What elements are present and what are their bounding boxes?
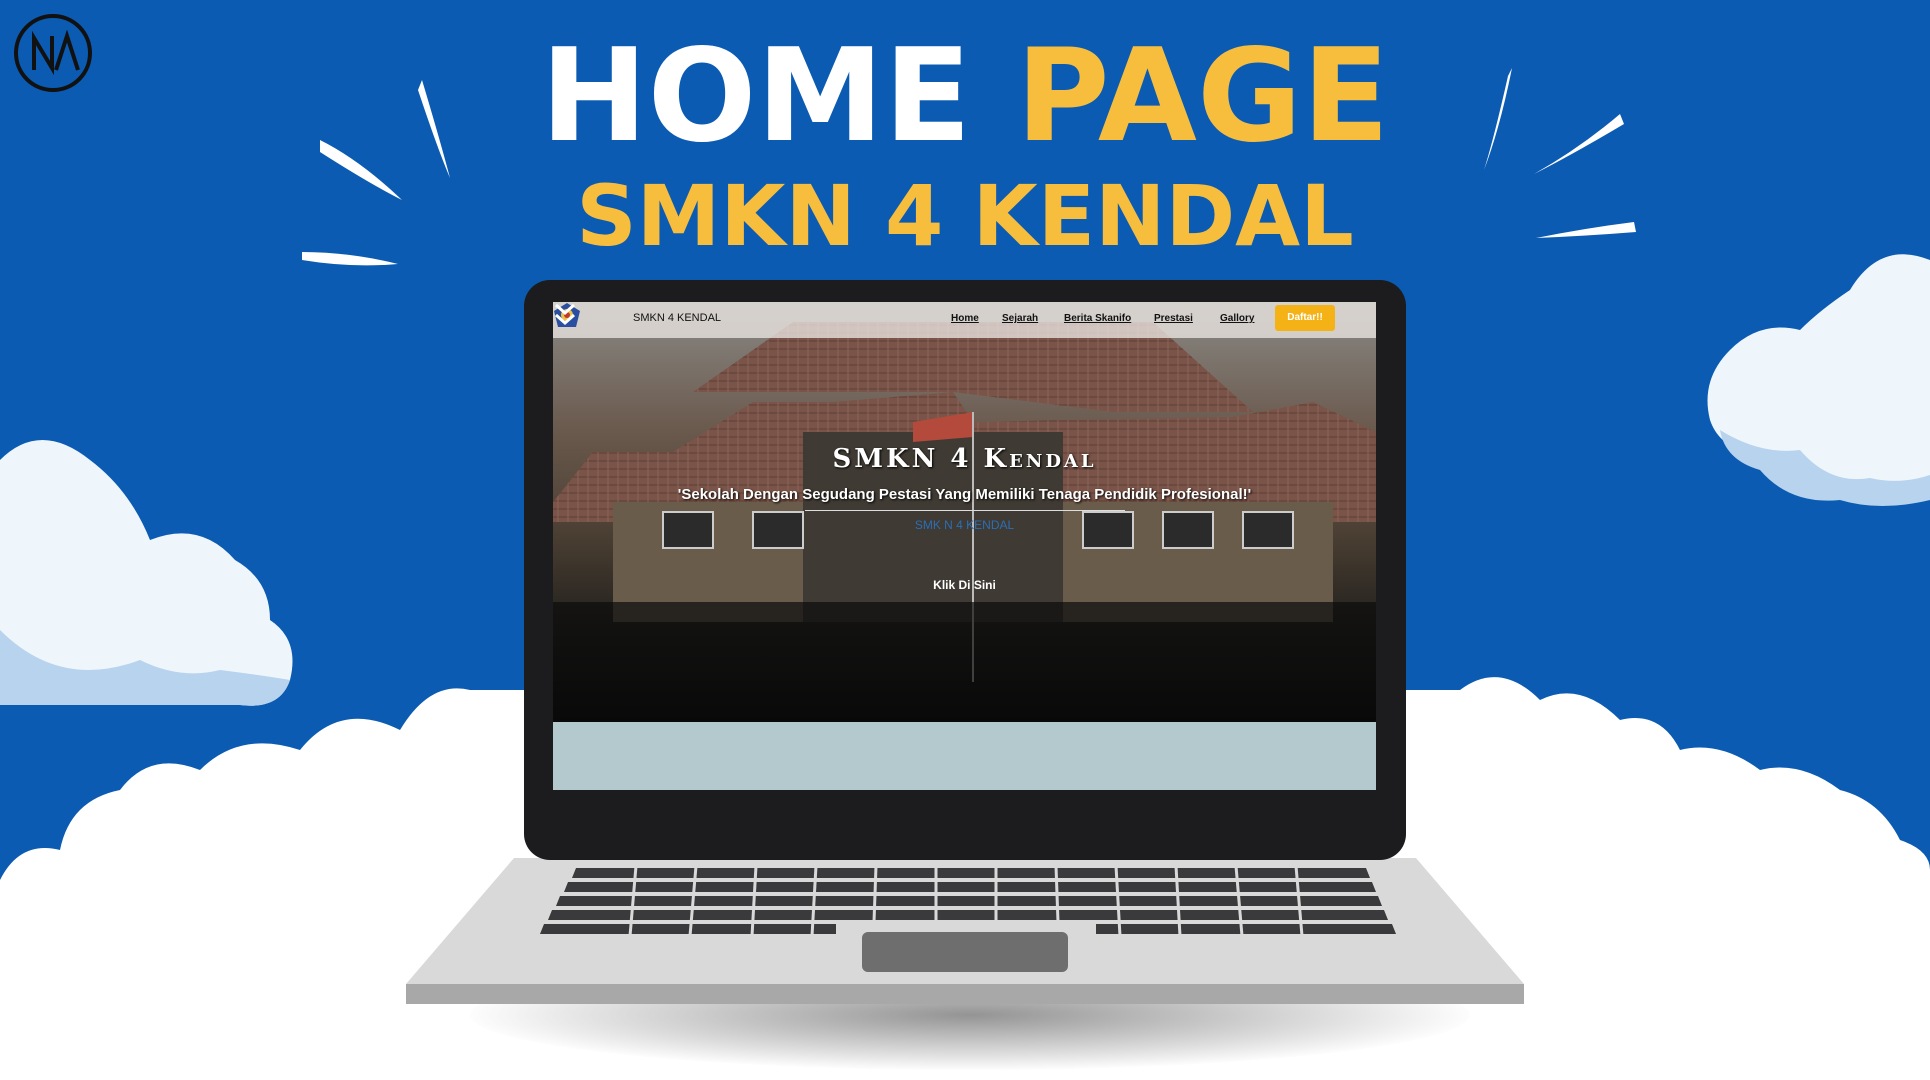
content-section (553, 724, 1376, 790)
site-brand-name[interactable]: SMKN 4 KENDAL (633, 312, 721, 324)
double-chevron-down-icon[interactable] (553, 302, 577, 328)
hero-subtitle: SMK N 4 KENDAL (914, 518, 1015, 532)
nav-link-sejarah[interactable]: Sejarah (1002, 313, 1038, 324)
site-navbar: SMKN 4 KENDAL Home Sejarah Berita Skanif… (553, 302, 1376, 338)
heading-word-page: PAGE (1015, 22, 1390, 171)
promo-banner: HOME PAGE SMKN 4 KENDAL SMKN 4 KENDAL Ho… (0, 0, 1930, 1080)
register-button[interactable]: Daftar!! (1275, 305, 1335, 331)
spark-left-decoration (302, 80, 450, 266)
hero-tagline: 'Sekolah Dengan Segudang Pestasi Yang Me… (677, 486, 1252, 503)
nav-link-berita[interactable]: Berita Skanifo (1064, 313, 1131, 324)
cloud-right (1707, 254, 1930, 506)
hero-section: SMKN 4 KENDAL Home Sejarah Berita Skanif… (553, 302, 1376, 722)
school-building-photo (553, 322, 1376, 722)
hero-title: SMKN 4 Kendal (832, 444, 1097, 474)
hero-cta-link[interactable]: Klik Di Sini (553, 578, 1376, 592)
hero-divider (805, 510, 1125, 511)
laptop-screen: SMKN 4 KENDAL Home Sejarah Berita Skanif… (553, 302, 1376, 790)
nav-link-gallory[interactable]: Gallory (1220, 313, 1254, 324)
laptop-keyboard-deck (406, 858, 1524, 1004)
nav-link-home[interactable]: Home (951, 313, 979, 324)
nav-link-prestasi[interactable]: Prestasi (1154, 313, 1193, 324)
heading-word-home: HOME (540, 22, 972, 171)
spark-right-decoration (1484, 68, 1636, 238)
